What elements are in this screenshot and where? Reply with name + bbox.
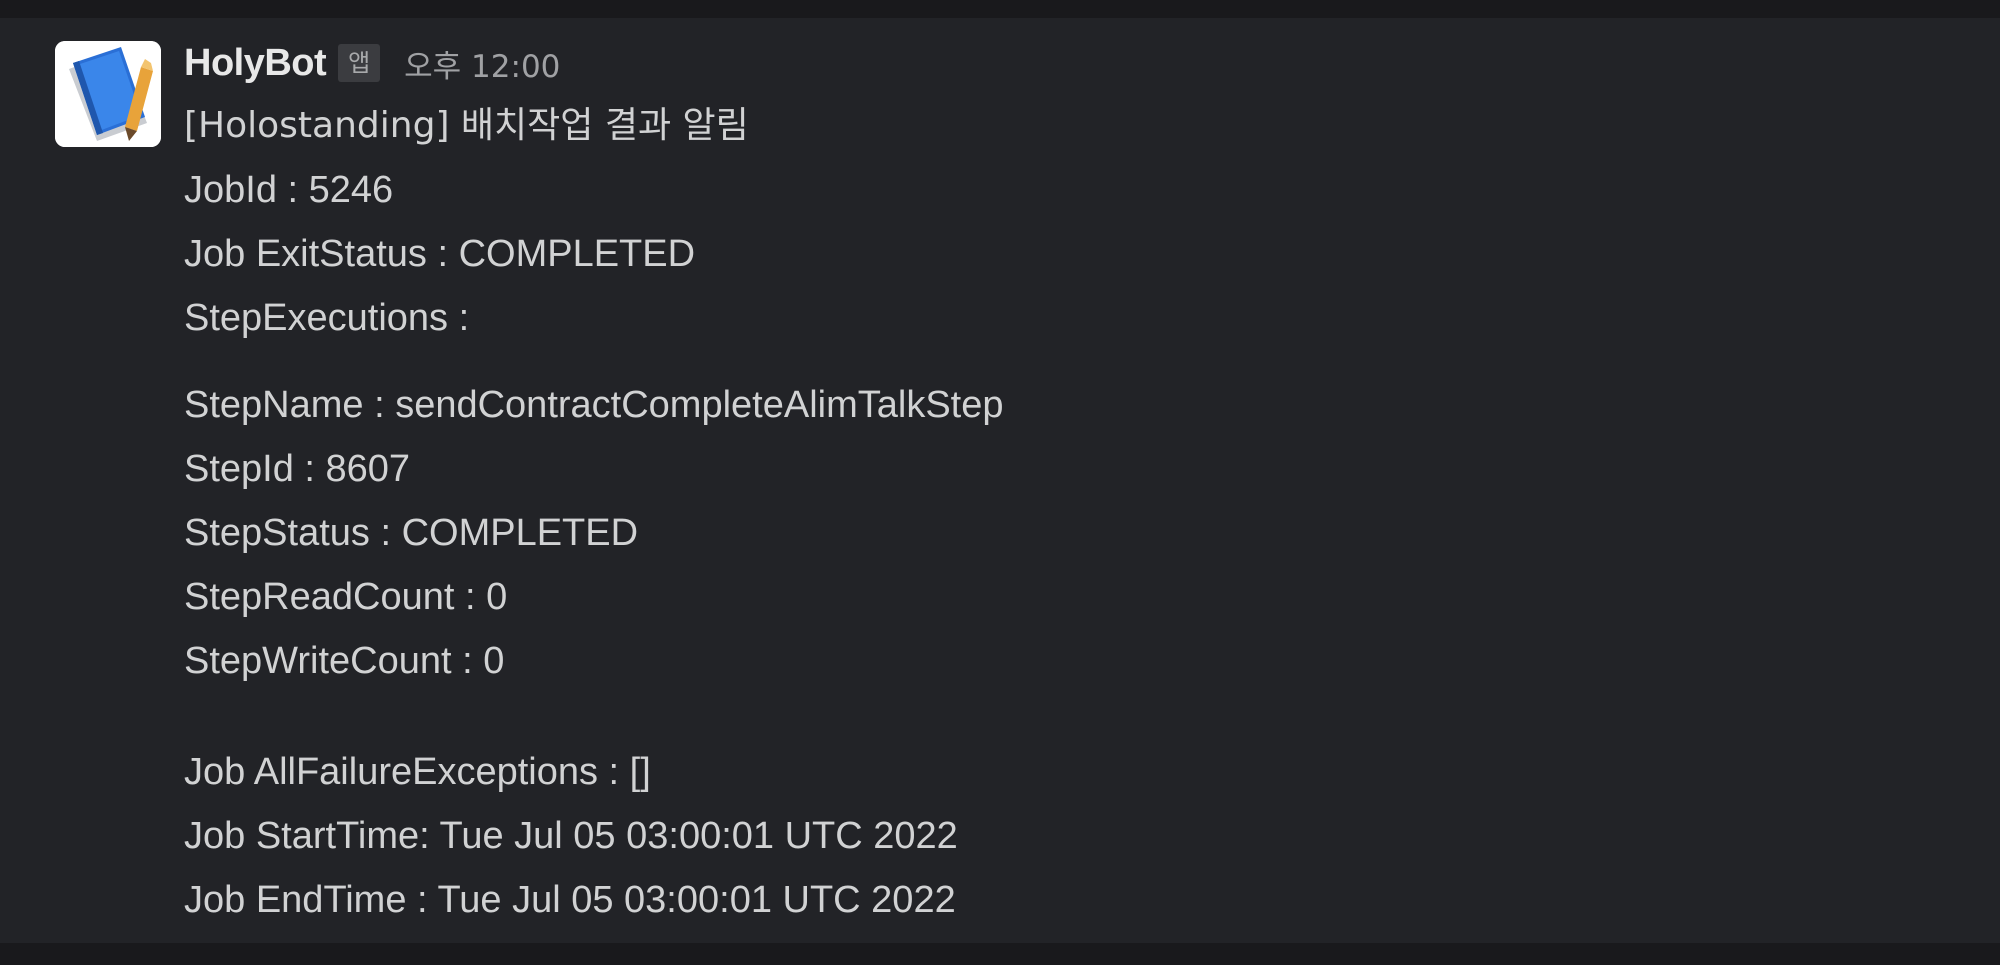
- message-header: HolyBot 앱 오후 12:00: [184, 38, 560, 88]
- step-read-count-line: StepReadCount : 0: [184, 576, 508, 618]
- message-timestamp[interactable]: 오후 12:00: [404, 41, 560, 86]
- bot-message[interactable]: HolyBot 앱 오후 12:00 [Holostanding] 배치작업 결…: [0, 18, 2000, 943]
- job-failure-exceptions-line: Job AllFailureExceptions : []: [184, 751, 651, 793]
- bot-avatar[interactable]: [55, 41, 161, 147]
- job-id-line: JobId : 5246: [184, 169, 394, 211]
- chat-frame: HolyBot 앱 오후 12:00 [Holostanding] 배치작업 결…: [0, 0, 2000, 965]
- book-icon: [55, 41, 161, 147]
- job-start-time-line: Job StartTime: Tue Jul 05 03:00:01 UTC 2…: [184, 815, 958, 857]
- step-executions-label: StepExecutions :: [184, 297, 470, 339]
- job-exit-status-line: Job ExitStatus : COMPLETED: [184, 233, 696, 275]
- step-id-line: StepId : 8607: [184, 448, 411, 490]
- sender-name[interactable]: HolyBot: [184, 42, 327, 85]
- step-write-count-line: StepWriteCount : 0: [184, 640, 505, 682]
- app-badge: 앱: [338, 44, 381, 82]
- step-status-line: StepStatus : COMPLETED: [184, 512, 639, 554]
- job-end-time-line: Job EndTime : Tue Jul 05 03:00:01 UTC 20…: [184, 879, 956, 921]
- step-name-line: StepName : sendContractCompleteAlimTalkS…: [184, 384, 1004, 426]
- message-title: [Holostanding] 배치작업 결과 알림: [184, 105, 749, 146]
